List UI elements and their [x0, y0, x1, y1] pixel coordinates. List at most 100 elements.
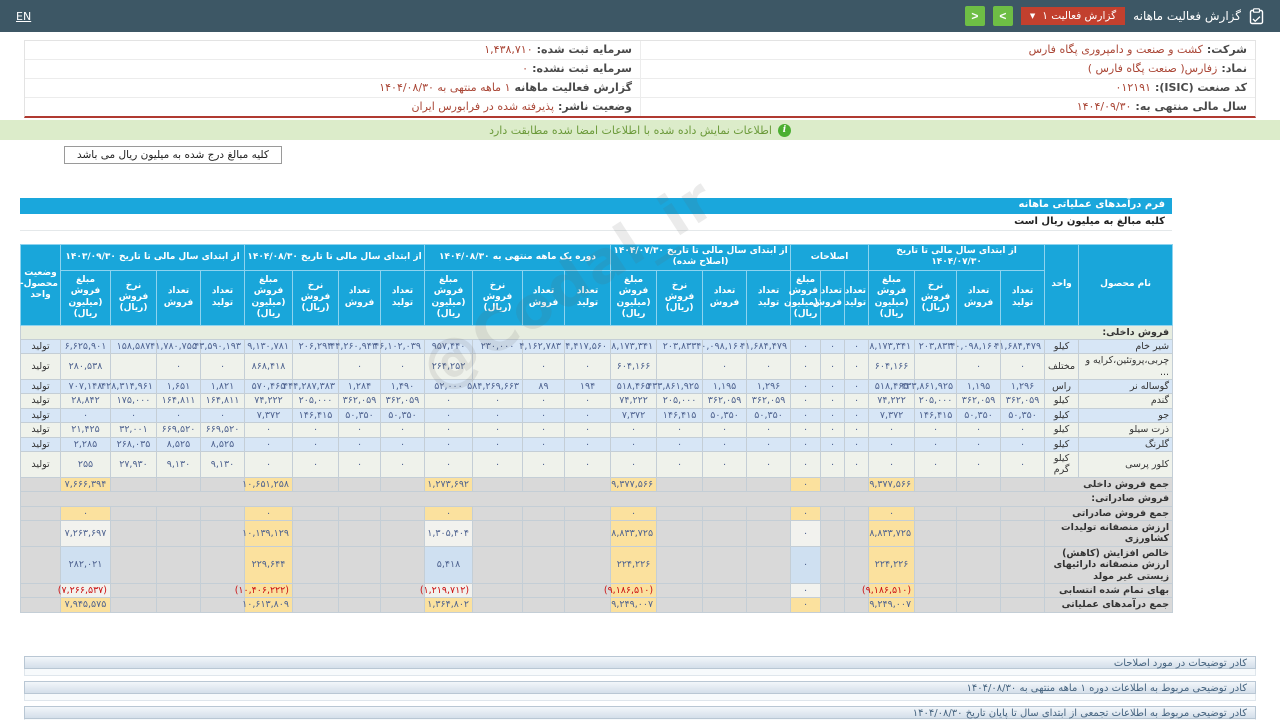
summary-amount-cell: ۰ [244, 505, 293, 521]
product-status-cell: تولید [20, 393, 61, 409]
empty-cell [914, 545, 958, 584]
value-cell: ۰ [244, 451, 293, 478]
value-cell: ۰ [200, 353, 245, 381]
empty-cell [20, 505, 61, 521]
value-cell: ۲۰۳,۸۳۳ [656, 338, 704, 355]
value-cell: ۱,۸۲۱ [200, 379, 245, 395]
col-subheader: تعداد تولید [844, 269, 870, 326]
empty-cell [522, 545, 566, 584]
value-cell: ۲,۲۸۵ [60, 436, 111, 453]
empty-cell [200, 597, 245, 613]
unit-cell: کیلو گرم [1044, 451, 1080, 478]
empty-cell [156, 476, 201, 493]
value-cell: ۱۶۴,۸۱۱ [200, 393, 245, 409]
value-cell: ۰ [110, 407, 157, 424]
summary-amount-cell: ۰ [790, 505, 822, 521]
summary-row: جمع فروش صادراتی ۰ ۰ ۰ ۰ ۰ ۰ [20, 505, 1174, 521]
col-group-header: از ابتدای سال مالی تا تاریخ ۱۴۰۳/۰۹/۳۰ [60, 244, 245, 271]
value-cell: ۰ [746, 451, 792, 478]
report-type-dropdown-label: گزارش فعالیت ۱ [1042, 10, 1117, 22]
empty-cell [20, 545, 61, 584]
value-cell: ۲۳۰,۰۰۰ [472, 338, 524, 355]
product-name-cell: جو [1078, 407, 1174, 424]
product-name-cell: کلور پرسی [1078, 451, 1174, 478]
product-row: گوساله نر راس ۱,۲۹۶ ۱,۱۹۵ ۴۳۳,۸۶۱,۹۲۵ ۵۱۸,۴۶۵… [20, 379, 1174, 395]
period-explanation-header[interactable]: کادر توضیحی مربوط به اطلاعات دوره ۱ ماهه… [24, 680, 1256, 694]
value-cell: ۰ [472, 407, 524, 424]
value-cell: ۰ [1000, 436, 1046, 453]
unit-note-row: کلیه مبالغ درج شده به میلیون ریال می باش… [0, 143, 1280, 164]
col-group-header: از ابتدای سال مالی تا تاریخ ۱۴۰۴/۰۸/۳۰ [244, 244, 425, 271]
value-cell: ۰ [790, 353, 822, 381]
summary-amount-cell: ۱,۲۷۳,۶۹۲ [423, 476, 474, 493]
previous-report-button[interactable]: < [964, 6, 985, 26]
monthly-revenue-form: فرم درآمدهای عملیاتی ماهانه کلیه مبالغ ب… [20, 198, 1174, 613]
language-en-link[interactable]: EN [16, 10, 31, 23]
value-cell: ۰ [564, 436, 612, 453]
empty-cell [844, 505, 870, 521]
field-label: کد صنعت (ISIC): [1154, 81, 1247, 94]
report-type-dropdown[interactable]: گزارش فعالیت ۱ ▼ [1020, 7, 1126, 25]
field-label: وضعیت ناشر: [558, 100, 632, 113]
info-circle-icon: i [777, 123, 791, 137]
empty-cell [156, 597, 201, 613]
value-cell: ۵۸۴,۲۶۹,۶۶۳ [467, 379, 524, 395]
value-cell: ۱,۲۸۴ [338, 379, 381, 395]
field-label: نماد: [1221, 62, 1247, 75]
value-cell: ۰ [790, 379, 822, 395]
value-cell: ۰ [522, 407, 566, 424]
empty-cell [820, 476, 846, 493]
col-header-product-name: نام محصول [1078, 244, 1174, 326]
value-cell: ۰ [1000, 353, 1046, 381]
summary-label-cell: خالص افزایش (کاهش) ارزش منصفانه دارائیها… [1044, 545, 1174, 584]
empty-cell [844, 519, 870, 547]
empty-cell [20, 597, 61, 613]
col-subheader: تعداد فروش [156, 269, 201, 326]
empty-cell [746, 476, 792, 493]
unit-cell: کیلو [1044, 393, 1080, 409]
summary-amount-cell: ۹,۲۴۹,۰۰۷ [868, 597, 916, 613]
field-label: سرمایه ثبت شده: [536, 43, 632, 56]
field-value: ۱ ماهه منتهی به ۱۴۰۴/۰۸/۳۰ [379, 81, 511, 94]
value-cell: ۸,۱۷۳,۳۴۱ [610, 338, 658, 355]
corrections-panel-body [24, 668, 1256, 676]
empty-cell [702, 597, 748, 613]
empty-cell [956, 519, 1002, 547]
empty-cell [1000, 545, 1046, 584]
value-cell: ۰ [522, 422, 566, 438]
corrections-panel-header[interactable]: کادر توضیحات در مورد اصلاحات [24, 655, 1256, 669]
empty-cell [820, 582, 846, 599]
next-report-button[interactable]: > [992, 6, 1013, 26]
topbar-controls: گزارش فعالیت ماهانه گزارش فعالیت ۱ ▼ > < [964, 6, 1264, 26]
empty-cell [820, 519, 846, 547]
value-cell: ۸,۵۲۵ [200, 436, 245, 453]
cumulative-explanation-header[interactable]: کادر توضیحی مربوط به اطلاعات تجمعی از اب… [24, 705, 1256, 719]
product-name-cell: گندم [1078, 393, 1174, 409]
value-cell: ۰ [522, 353, 566, 381]
summary-amount-cell: ۱۰,۶۱۳,۸۰۹ [242, 597, 293, 613]
empty-cell [656, 597, 704, 613]
value-cell: ۰ [820, 451, 846, 478]
value-cell: ۰ [790, 393, 822, 409]
empty-cell [820, 545, 846, 584]
value-cell: ۰ [790, 407, 822, 424]
summary-amount-cell: (۹,۱۸۶,۵۱۰) [604, 582, 658, 599]
value-cell: ۰ [820, 338, 846, 355]
value-cell: ۹۵۷,۴۴۰ [423, 338, 474, 355]
value-cell: ۵۰,۳۵۰ [746, 407, 792, 424]
value-cell [110, 353, 157, 381]
product-row: گندم کیلو ۳۶۲,۰۵۹ ۳۶۲,۰۵۹ ۲۰۵,۰۰۰ ۷۴,۲۲۲ ۰ ۰ ۰ ۳۶… [20, 393, 1174, 409]
empty-cell [702, 519, 748, 547]
product-row: گلرنگ کیلو ۰ ۰ ۰ ۰ ۰ ۰ ۰ ۰ ۰ ۰ ۰ ۰ ۰ ۰ ۰ ۰ ۰ ۰ ۰ ۸,۵۲۵ ۸,۵۲۵ ۲۶… [20, 436, 1174, 453]
summary-amount-cell: ۸,۸۳۳,۷۲۵ [868, 519, 916, 547]
value-cell: ۰ [746, 353, 792, 381]
value-cell: ۵۰,۳۵۰ [1000, 407, 1046, 424]
product-status-cell: تولید [20, 407, 61, 424]
company-field: شرکت:کشت و صنعت و دامپروری پگاه فارس [640, 41, 1255, 59]
value-cell [914, 353, 958, 381]
col-subheader: مبلغ فروش (میلیون ریال) [784, 269, 822, 326]
form-title-bar: فرم درآمدهای عملیاتی ماهانه [20, 198, 1172, 214]
value-cell: ۰ [844, 393, 870, 409]
empty-cell [956, 582, 1002, 599]
product-name-cell: گوساله نر [1078, 379, 1174, 395]
